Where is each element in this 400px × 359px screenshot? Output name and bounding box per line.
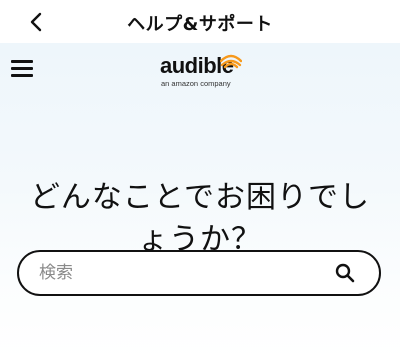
audible-logo[interactable]: audible an amazon company	[160, 51, 250, 91]
headline-line-1: どんなことでお困りでし	[29, 180, 371, 215]
page-title: ヘルプ&サポート	[127, 14, 273, 35]
site-header: audible an amazon company	[0, 43, 400, 93]
search-icon[interactable]	[335, 263, 355, 283]
help-content: audible an amazon company どんなことでお困りでし ょう…	[0, 43, 400, 359]
logo-subtitle: an amazon company	[161, 79, 231, 88]
menu-button[interactable]	[11, 58, 35, 78]
help-headline: どんなことでお困りでし ょうか？	[20, 177, 380, 261]
search-box	[17, 250, 381, 296]
top-app-bar: ヘルプ&サポート	[0, 0, 400, 43]
search-input[interactable]	[39, 252, 319, 294]
audible-waves-icon	[220, 54, 242, 69]
hamburger-menu-icon	[11, 60, 33, 63]
